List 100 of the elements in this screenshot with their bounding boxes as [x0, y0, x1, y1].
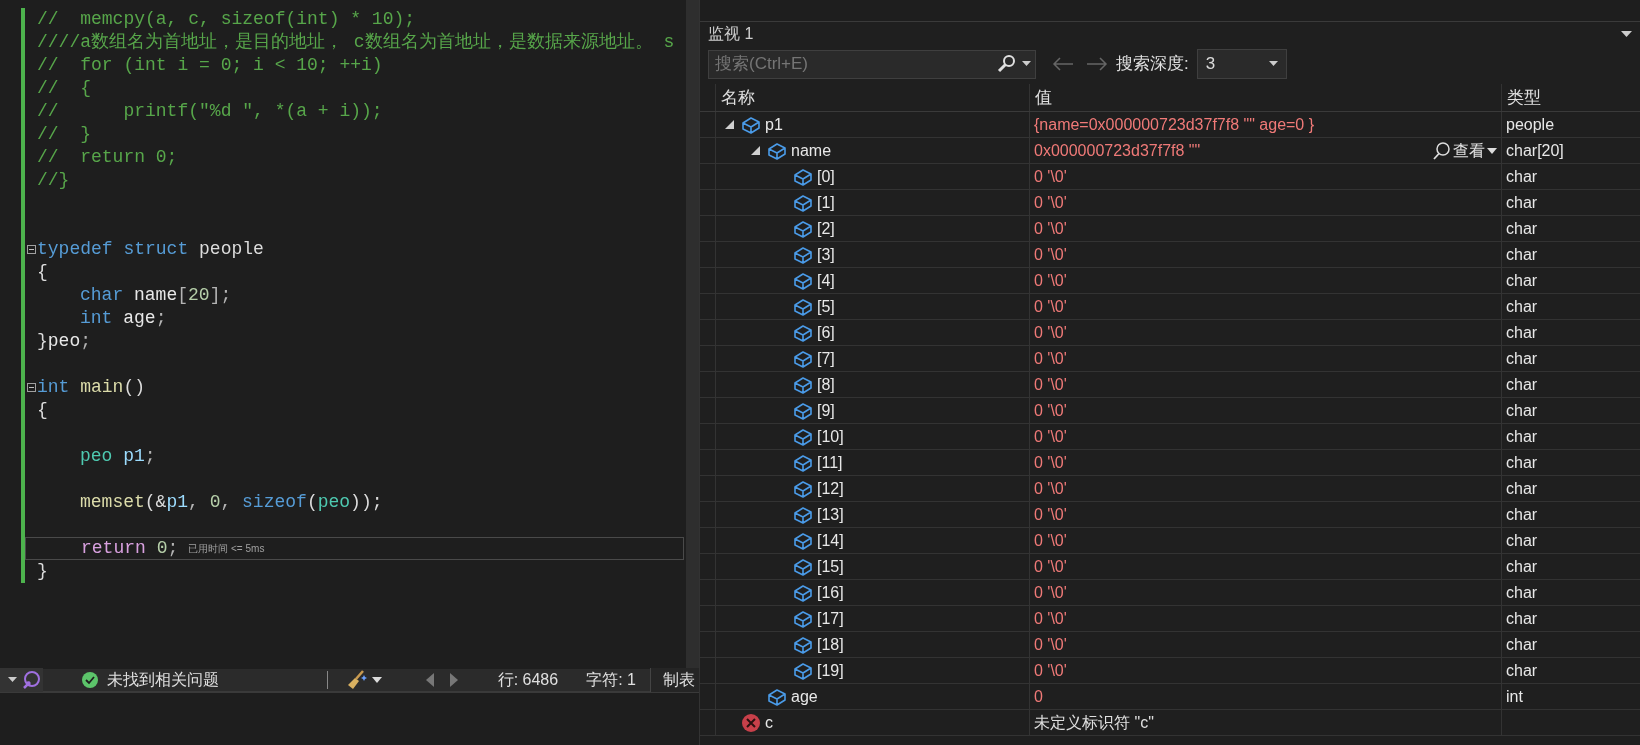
code-line: peo p1; — [80, 445, 156, 468]
variable-type: int — [1506, 686, 1523, 707]
code-line: { — [37, 261, 48, 284]
variable-value: 0 '\0' — [1034, 348, 1067, 369]
caret-icon[interactable] — [8, 677, 17, 683]
variable-name: [13] — [817, 504, 844, 525]
panel-title: 监视 1 — [708, 24, 754, 44]
caret-icon[interactable] — [1022, 61, 1031, 67]
code-line: int main() — [37, 376, 146, 399]
variable-name: [14] — [817, 530, 844, 551]
search-box[interactable]: 搜索(Ctrl+E) — [708, 49, 1036, 79]
visualizer-button[interactable]: 查看 — [1433, 138, 1497, 163]
expander-toggle[interactable] — [724, 120, 734, 129]
variable-value: 0 '\0' — [1034, 374, 1067, 395]
variable-value: 0 '\0' — [1034, 400, 1067, 421]
variable-type: char — [1506, 660, 1538, 681]
variable-name: c — [765, 712, 773, 733]
variable-name: [15] — [817, 556, 844, 577]
variable-name: [11] — [817, 452, 843, 473]
code-line: char name[20]; — [80, 284, 232, 307]
next-arrow-icon[interactable] — [449, 673, 458, 687]
caret-icon[interactable] — [371, 677, 382, 683]
variable-value: 0 — [1034, 686, 1043, 707]
variable-name: [18] — [817, 634, 844, 655]
variable-value: 0 '\0' — [1034, 270, 1067, 291]
column-header[interactable]: 类型 — [1501, 84, 1640, 111]
variable-name: [1] — [817, 192, 835, 213]
variable-value: 0 '\0' — [1034, 192, 1067, 213]
variable-name: [16] — [817, 582, 844, 603]
code-line: // return 0; — [37, 146, 178, 169]
dropdown-icon[interactable] — [1621, 30, 1632, 38]
variable-value: 0 '\0' — [1034, 296, 1067, 317]
variable-type: char — [1506, 218, 1538, 239]
depth-label: 搜索深度: — [1116, 53, 1189, 76]
code-line: // } — [37, 123, 91, 146]
code-line: typedef struct people — [37, 238, 264, 261]
variable-name: [4] — [817, 270, 835, 291]
column-number: 字符: 1 — [586, 670, 636, 690]
code-line: return 0; — [81, 537, 179, 560]
variable-value: 0 '\0' — [1034, 166, 1067, 187]
variable-name: [3] — [817, 244, 835, 265]
variable-value: 0 '\0' — [1034, 452, 1067, 473]
variable-value: 0x000000723d37f7f8 "" — [1034, 140, 1201, 161]
column-header[interactable]: 名称 — [715, 84, 1029, 111]
variable-value: 0 '\0' — [1034, 530, 1067, 551]
search-field[interactable]: 搜索(Ctrl+E) — [715, 51, 997, 77]
variable-value: 未定义标识符 "c" — [1034, 712, 1154, 733]
depth-dropdown[interactable]: 3 — [1196, 49, 1287, 79]
code-line: // printf("%d ", *(a + i)); — [37, 100, 383, 123]
vertical-scrollbar[interactable] — [686, 0, 699, 669]
variable-name: [9] — [817, 400, 835, 421]
variable-type: char — [1506, 296, 1538, 317]
code-line: // for (int i = 0; i < 10; ++i) — [37, 54, 383, 77]
variable-name: [6] — [817, 322, 835, 343]
issues-status: 未找到相关问题 — [106, 670, 219, 690]
code-line: //} — [37, 169, 70, 192]
assistant-icon[interactable] — [21, 670, 41, 690]
variable-value: 0 '\0' — [1034, 244, 1067, 265]
column-header[interactable]: 值 — [1029, 84, 1501, 111]
code-line: }peo; — [37, 330, 92, 353]
collapse-icon[interactable] — [26, 383, 36, 392]
collapse-icon[interactable] — [26, 245, 36, 254]
variable-value: 0 '\0' — [1034, 426, 1067, 447]
magnifier-icon — [1433, 141, 1451, 160]
inline-hint: 已用时间 <= 5ms — [188, 542, 265, 556]
variable-name: [19] — [817, 660, 844, 681]
variable-type: char — [1506, 582, 1538, 603]
variable-value: 0 '\0' — [1034, 582, 1067, 603]
variable-name: [8] — [817, 374, 835, 395]
variable-value: 0 '\0' — [1034, 634, 1067, 655]
variable-value: 0 '\0' — [1034, 218, 1067, 239]
search-icon[interactable] — [997, 54, 1017, 74]
variable-type: char — [1506, 452, 1538, 473]
code-line: // memcpy(a, c, sizeof(int) * 10); — [37, 8, 416, 31]
variable-type: char — [1506, 270, 1538, 291]
variable-name: [12] — [817, 478, 844, 499]
variable-name: name — [791, 140, 832, 161]
variable-type: char — [1506, 374, 1538, 395]
tab-mode[interactable]: 制表 — [649, 668, 699, 692]
variable-value: 0 '\0' — [1034, 504, 1067, 525]
code-line: } — [37, 560, 48, 583]
variable-type: char — [1506, 634, 1538, 655]
variable-name: [5] — [817, 296, 835, 317]
caret-icon — [1487, 147, 1497, 154]
variable-value: 0 '\0' — [1034, 608, 1067, 629]
code-line: ////a数组名为首地址，是目的地址， c数组名为首地址，是数据来源地址。 s — [37, 31, 675, 54]
code-line: int age; — [80, 307, 167, 330]
variable-type: char — [1506, 504, 1538, 525]
variable-name: [0] — [817, 166, 835, 187]
variable-type: char[20] — [1506, 140, 1564, 161]
variable-type: char — [1506, 166, 1538, 187]
variable-value: 0 '\0' — [1034, 660, 1067, 681]
variable-name: [7] — [817, 348, 835, 369]
variable-name: [10] — [817, 426, 844, 447]
forward-arrow-icon[interactable] — [1086, 57, 1108, 71]
previous-arrow-icon[interactable] — [425, 673, 434, 687]
variable-type: char — [1506, 322, 1538, 343]
variable-value: 0 '\0' — [1034, 556, 1067, 577]
expander-toggle[interactable] — [750, 146, 760, 155]
back-arrow-icon[interactable] — [1052, 57, 1074, 71]
